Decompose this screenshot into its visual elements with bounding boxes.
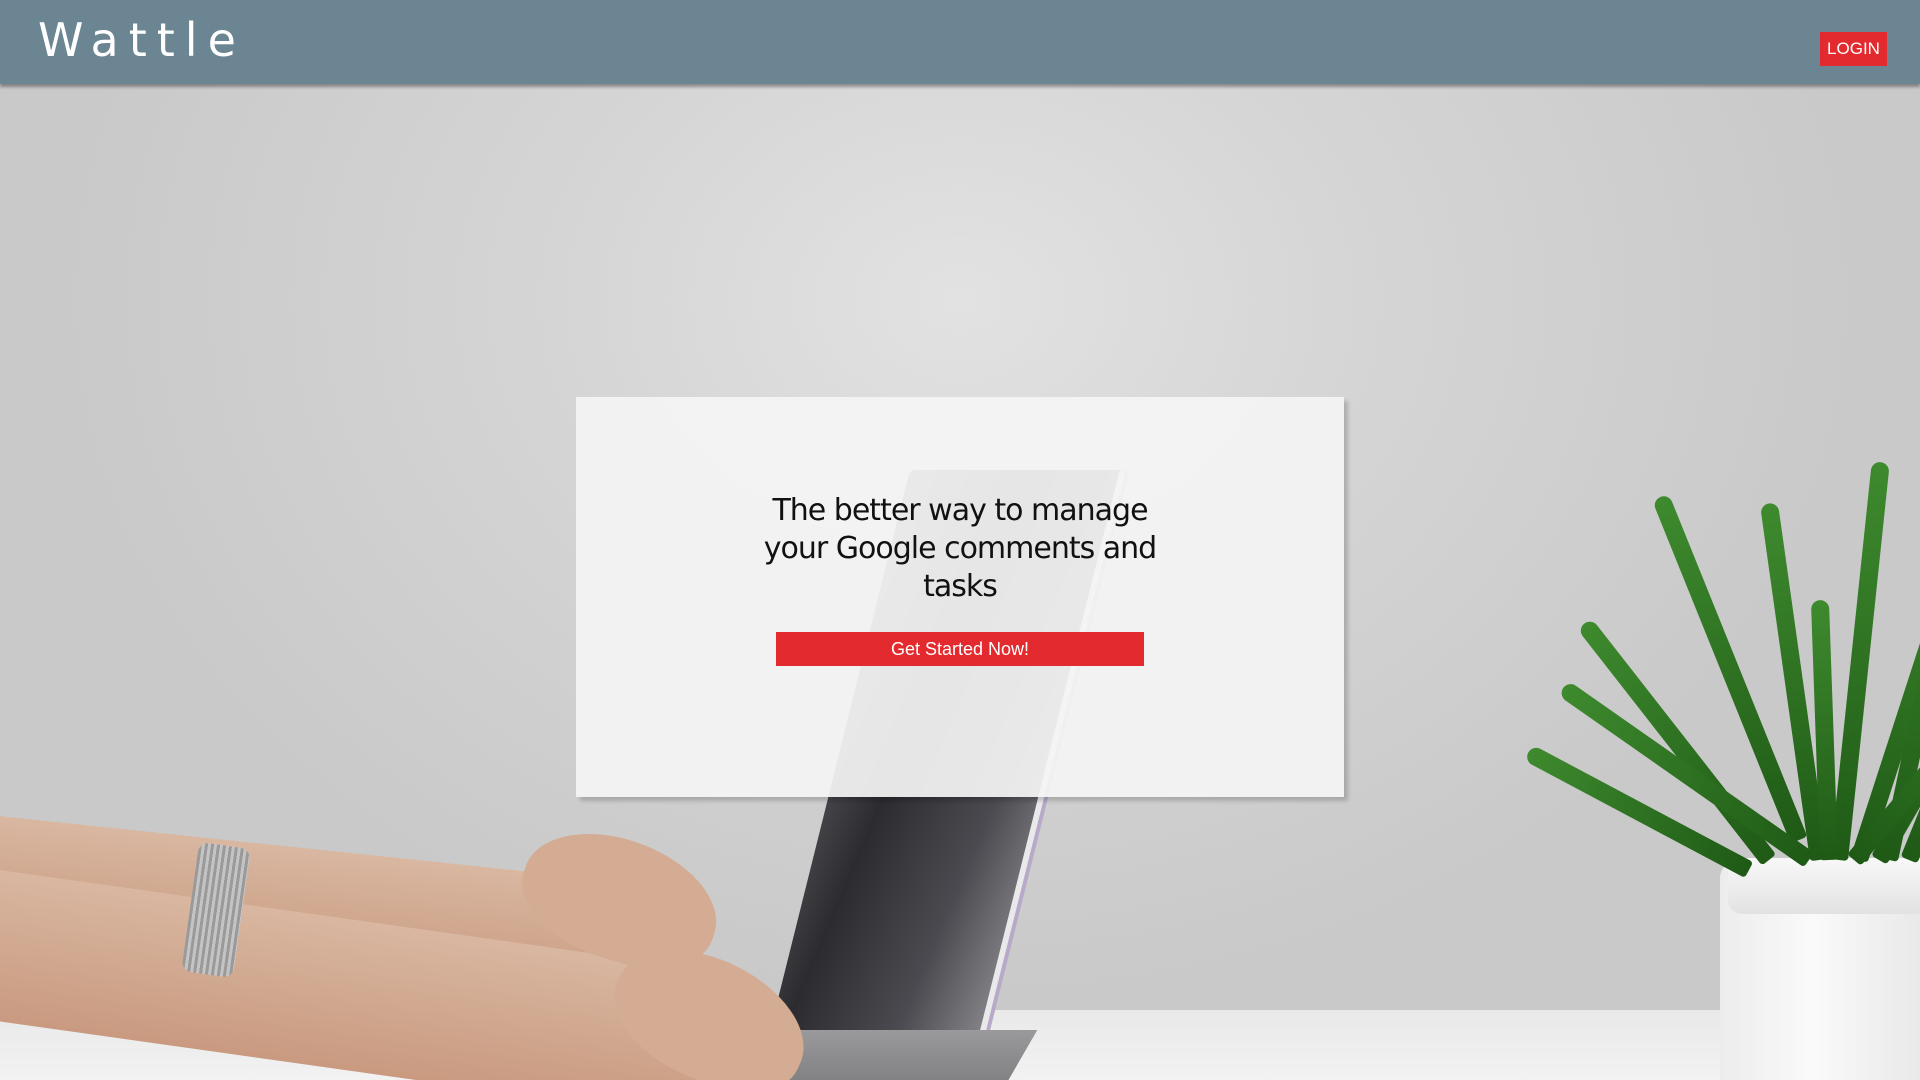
plant-pot-rim-illustration bbox=[1728, 858, 1920, 914]
top-navbar: Wattle LOGIN bbox=[0, 0, 1920, 84]
login-button[interactable]: LOGIN bbox=[1820, 32, 1887, 66]
hero-headline: The better way to manage your Google com… bbox=[763, 493, 1157, 604]
hero-card: The better way to manage your Google com… bbox=[576, 397, 1344, 797]
brand-logo-text[interactable]: Wattle bbox=[38, 10, 246, 70]
get-started-button[interactable]: Get Started Now! bbox=[776, 632, 1144, 666]
